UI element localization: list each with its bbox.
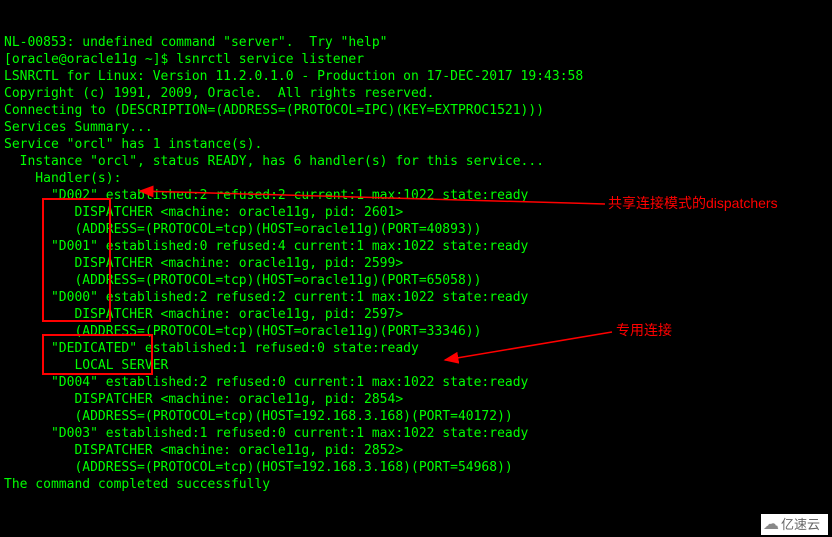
watermark: ☁ 亿速云: [761, 514, 828, 535]
terminal-line: (ADDRESS=(PROTOCOL=tcp)(HOST=192.168.3.1…: [4, 408, 828, 425]
terminal-line: Services Summary...: [4, 119, 828, 136]
terminal-line: "D003" established:1 refused:0 current:1…: [4, 425, 828, 442]
watermark-text: 亿速云: [781, 516, 820, 533]
terminal-line: (ADDRESS=(PROTOCOL=tcp)(HOST=oracle11g)(…: [4, 221, 828, 238]
terminal-line: DISPATCHER <machine: oracle11g, pid: 259…: [4, 255, 828, 272]
cloud-icon: ☁: [763, 516, 779, 533]
highlight-box-dedicated: [42, 334, 153, 375]
annotation-dispatchers: 共享连接模式的dispatchers: [608, 195, 778, 212]
terminal-line: Handler(s):: [4, 170, 828, 187]
highlight-box-dispatchers: [42, 198, 111, 322]
terminal-line: DISPATCHER <machine: oracle11g, pid: 285…: [4, 442, 828, 459]
shell-command: lsnrctl service listener: [176, 52, 364, 67]
terminal-line: "D000" established:2 refused:2 current:1…: [4, 289, 828, 306]
terminal-output: NL-00853: undefined command "server". Tr…: [0, 0, 832, 537]
terminal-line: DISPATCHER <machine: oracle11g, pid: 259…: [4, 306, 828, 323]
terminal-line: [oracle@oracle11g ~]$ lsnrctl service li…: [4, 51, 828, 68]
terminal-line: NL-00853: undefined command "server". Tr…: [4, 34, 828, 51]
terminal-line: "D004" established:2 refused:0 current:1…: [4, 374, 828, 391]
terminal-line: Connecting to (DESCRIPTION=(ADDRESS=(PRO…: [4, 102, 828, 119]
terminal-line: (ADDRESS=(PROTOCOL=tcp)(HOST=192.168.3.1…: [4, 459, 828, 476]
terminal-line: DISPATCHER <machine: oracle11g, pid: 285…: [4, 391, 828, 408]
terminal-line: (ADDRESS=(PROTOCOL=tcp)(HOST=oracle11g)(…: [4, 272, 828, 289]
terminal-line: The command completed successfully: [4, 476, 828, 493]
terminal-line: LSNRCTL for Linux: Version 11.2.0.1.0 - …: [4, 68, 828, 85]
shell-prompt: [oracle@oracle11g ~]$: [4, 52, 176, 67]
terminal-line: "D001" established:0 refused:4 current:1…: [4, 238, 828, 255]
annotation-dedicated: 专用连接: [616, 322, 672, 339]
terminal-line: Service "orcl" has 1 instance(s).: [4, 136, 828, 153]
terminal-line: Copyright (c) 1991, 2009, Oracle. All ri…: [4, 85, 828, 102]
terminal-line: Instance "orcl", status READY, has 6 han…: [4, 153, 828, 170]
